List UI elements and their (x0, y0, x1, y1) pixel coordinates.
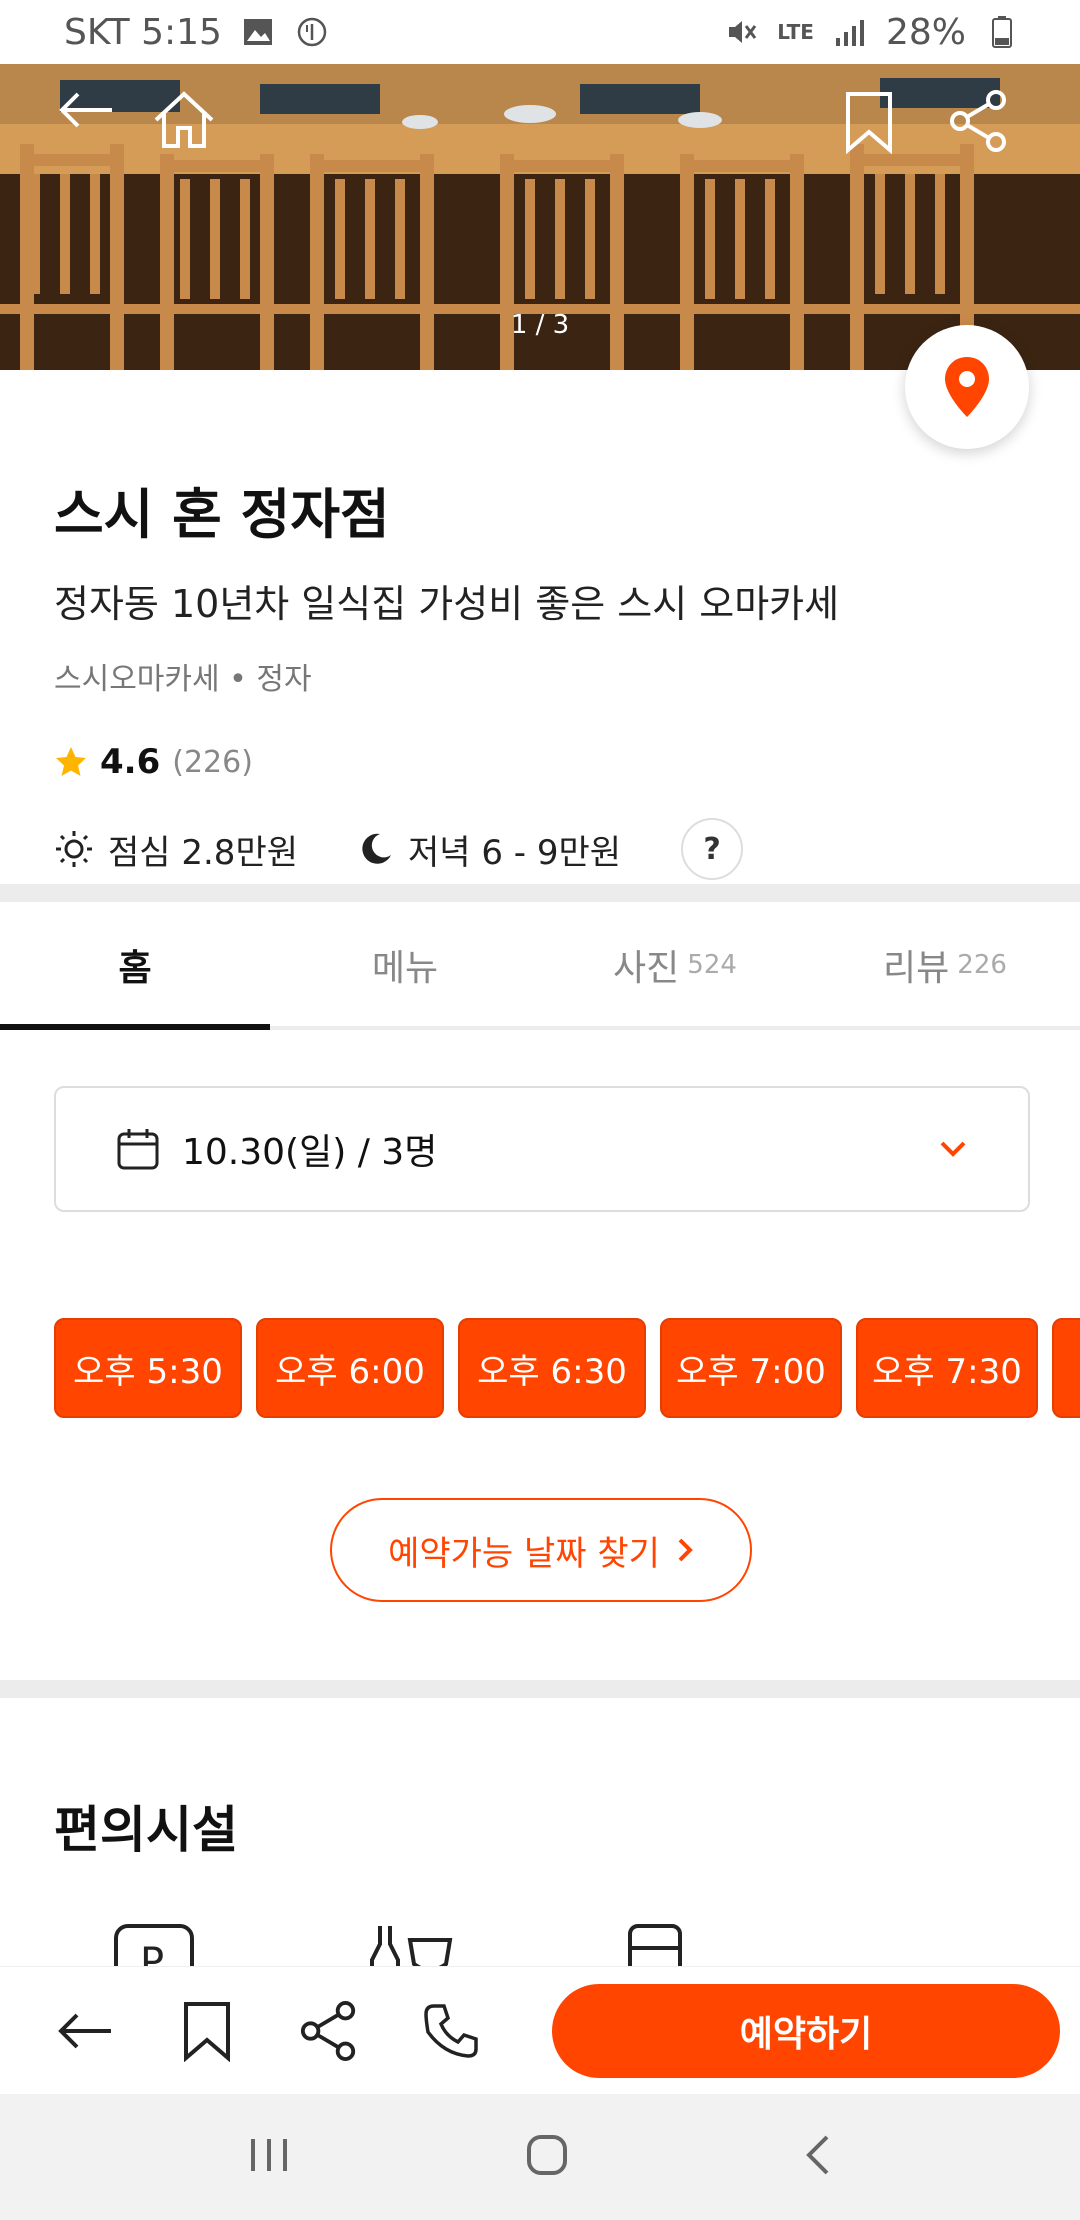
home-nav-button[interactable] (525, 2133, 569, 2181)
svg-text:P: P (140, 1940, 164, 1966)
restaurant-name: 스시 혼 정자점 (54, 483, 390, 546)
system-nav-bar (0, 2094, 1080, 2220)
date-party-selector[interactable]: 10.30(일) / 3명 (54, 1086, 1030, 1212)
tab-reviews[interactable]: 리뷰 226 (810, 904, 1080, 1026)
tab-bar: 홈 메뉴 사진 524 리뷰 226 (0, 904, 1080, 1030)
battery-percent: 28% (885, 11, 966, 53)
tab-label: 메뉴 (371, 948, 439, 989)
rating-row[interactable]: 4.6 (226) (54, 742, 1034, 782)
time-slot[interactable]: 오후 7:00 (660, 1318, 842, 1418)
photo-counter: 1 / 3 (510, 310, 570, 340)
bottom-call-button[interactable] (416, 1996, 486, 2066)
bookmark-button[interactable] (844, 90, 924, 170)
tab-count: 524 (687, 950, 737, 980)
rating-value: 4.6 (100, 742, 161, 782)
reserve-button[interactable]: 예약하기 (552, 1983, 1060, 2078)
tab-label: 사진 (613, 948, 680, 989)
map-pin-icon (945, 357, 989, 417)
recent-apps-button[interactable] (247, 2135, 291, 2179)
date-party-text: 10.30(일) / 3명 (182, 1132, 438, 1173)
tab-label: 홈 (118, 948, 152, 989)
sun-icon (56, 831, 92, 867)
bookmark-icon (184, 2001, 230, 2062)
restaurant-tagline: 정자동 10년차 일식집 가성비 좋은 스시 오마카세 (54, 582, 840, 626)
dinner-price: 저녁 6 - 9만원 (358, 825, 621, 874)
bookmark-icon (846, 92, 892, 154)
recent-apps-icon (251, 2139, 287, 2171)
tab-menu[interactable]: 메뉴 (270, 904, 540, 1026)
time-slot[interactable]: 오후 6:30 (458, 1318, 646, 1418)
map-button[interactable] (905, 325, 1029, 449)
share-button[interactable] (948, 90, 1028, 170)
tab-home[interactable]: 홈 (0, 904, 270, 1030)
restaurant-category: 스시오마카세 • 정자 (54, 662, 312, 697)
tab-photos[interactable]: 사진 524 (540, 904, 810, 1026)
back-nav-button[interactable] (803, 2133, 833, 2181)
dinner-price-text: 저녁 6 - 9만원 (408, 832, 622, 873)
moon-icon (362, 833, 391, 864)
chevron-right-icon (678, 1538, 693, 1562)
status-bar: SKT 5:15 LTE 28% (0, 0, 1080, 64)
calendar-icon (117, 1129, 159, 1170)
lunch-price-text: 점심 2.8만원 (108, 832, 298, 873)
bottom-share-button[interactable] (294, 1996, 364, 2066)
section-divider (0, 884, 1080, 902)
facility-icons: P (110, 1920, 810, 1966)
tab-count: 226 (957, 950, 1007, 980)
back-button[interactable] (56, 90, 136, 170)
bottom-action-bar: 예약하기 (0, 1966, 1080, 2094)
time-slot[interactable]: 오후 5:30 (54, 1318, 242, 1418)
price-help-button[interactable]: ? (681, 818, 744, 880)
signal-icon (832, 14, 868, 50)
chevron-down-icon (940, 1141, 966, 1157)
home-circle-icon (527, 2135, 567, 2175)
network-type: LTE (777, 20, 814, 44)
home-icon (154, 91, 214, 148)
bottom-back-button[interactable] (50, 1996, 120, 2066)
facility-icons-partial: P (114, 1924, 682, 1966)
share-icon (300, 2000, 356, 2061)
time-slot-list: 오후 5:30 오후 6:00 오후 6:30 오후 7:00 오후 7:30 (54, 1318, 1080, 1418)
app-notification-icon (294, 14, 330, 50)
back-arrow-icon (58, 2013, 111, 2048)
mute-icon (723, 14, 759, 50)
restaurant-info: 스시 혼 정자점 정자동 10년차 일식집 가성비 좋은 스시 오마카세 스시오… (54, 470, 1034, 880)
time-slot-partial[interactable] (1052, 1318, 1080, 1418)
tab-label: 리뷰 (883, 948, 950, 989)
section-divider (0, 1680, 1080, 1698)
rating-count: (226) (172, 744, 253, 780)
back-chevron-icon (806, 2135, 829, 2175)
gallery-notification-icon (240, 14, 276, 50)
home-button[interactable] (152, 90, 232, 170)
battery-icon (984, 14, 1020, 50)
phone-icon (424, 2003, 478, 2058)
hero-photo[interactable]: 1 / 3 (0, 64, 1080, 370)
lunch-price: 점심 2.8만원 (54, 825, 298, 874)
back-arrow-icon (59, 92, 112, 128)
price-row: 점심 2.8만원 저녁 6 - 9만원 ? (54, 818, 1034, 880)
star-icon (56, 747, 86, 776)
time-slot[interactable]: 오후 7:30 (856, 1318, 1038, 1418)
status-carrier-time: SKT 5:15 (64, 11, 222, 53)
find-available-dates-button[interactable]: 예약가능 날짜 찾기 (330, 1498, 752, 1602)
find-dates-label: 예약가능 날짜 찾기 (388, 1533, 660, 1574)
bottom-bookmark-button[interactable] (172, 1996, 242, 2066)
share-icon (950, 90, 1006, 152)
time-slot[interactable]: 오후 6:00 (256, 1318, 444, 1418)
facilities-title: 편의시설 (54, 1801, 238, 1859)
